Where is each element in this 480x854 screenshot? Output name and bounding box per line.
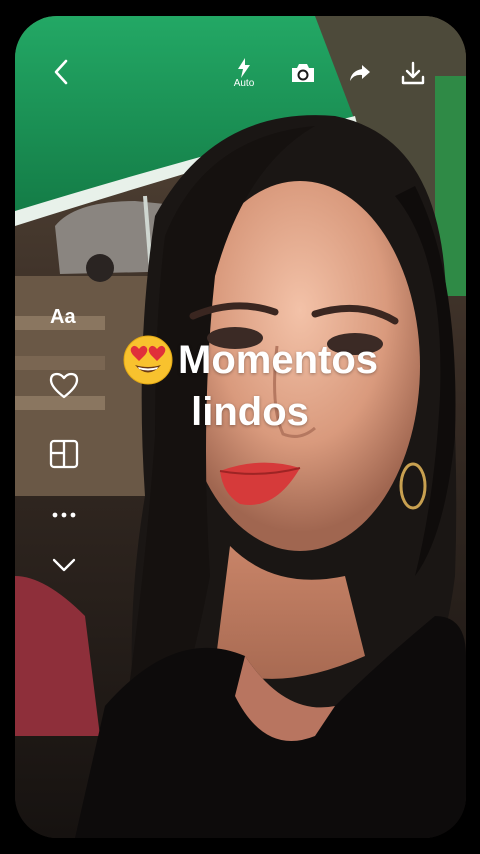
back-button[interactable]: [46, 56, 76, 88]
chevron-down-icon: [52, 558, 76, 572]
layout-grid-icon: [49, 439, 79, 469]
caption-text-overlay[interactable]: Momentos lindos: [100, 334, 400, 438]
layout-button[interactable]: [48, 438, 80, 470]
text-tool-button[interactable]: Aa: [50, 306, 76, 329]
share-button[interactable]: [345, 60, 375, 86]
flash-button[interactable]: Auto: [228, 56, 260, 90]
chevron-left-icon: [54, 59, 68, 85]
more-options-button[interactable]: [48, 505, 80, 525]
caption-line-2: lindos: [191, 390, 309, 434]
flash-icon: [238, 57, 250, 78]
share-arrow-icon: [350, 65, 370, 81]
caption-line-1: Momentos: [100, 334, 400, 386]
camera-button[interactable]: [288, 60, 318, 86]
download-icon: [401, 61, 425, 85]
camera-icon: [292, 64, 314, 82]
collapse-tools-button[interactable]: [48, 554, 80, 576]
flash-mode-label: Auto: [233, 77, 255, 89]
heart-icon: [49, 372, 79, 398]
top-toolbar: Auto: [0, 0, 480, 110]
download-button[interactable]: [398, 58, 428, 88]
more-dots-icon: [52, 512, 76, 518]
like-button[interactable]: [48, 370, 80, 400]
heart-eyes-emoji-icon: [123, 335, 173, 385]
story-editor-screen: Auto Aa Momentos lindos: [0, 0, 480, 854]
caption-word-momentos: Momentos: [178, 338, 378, 382]
